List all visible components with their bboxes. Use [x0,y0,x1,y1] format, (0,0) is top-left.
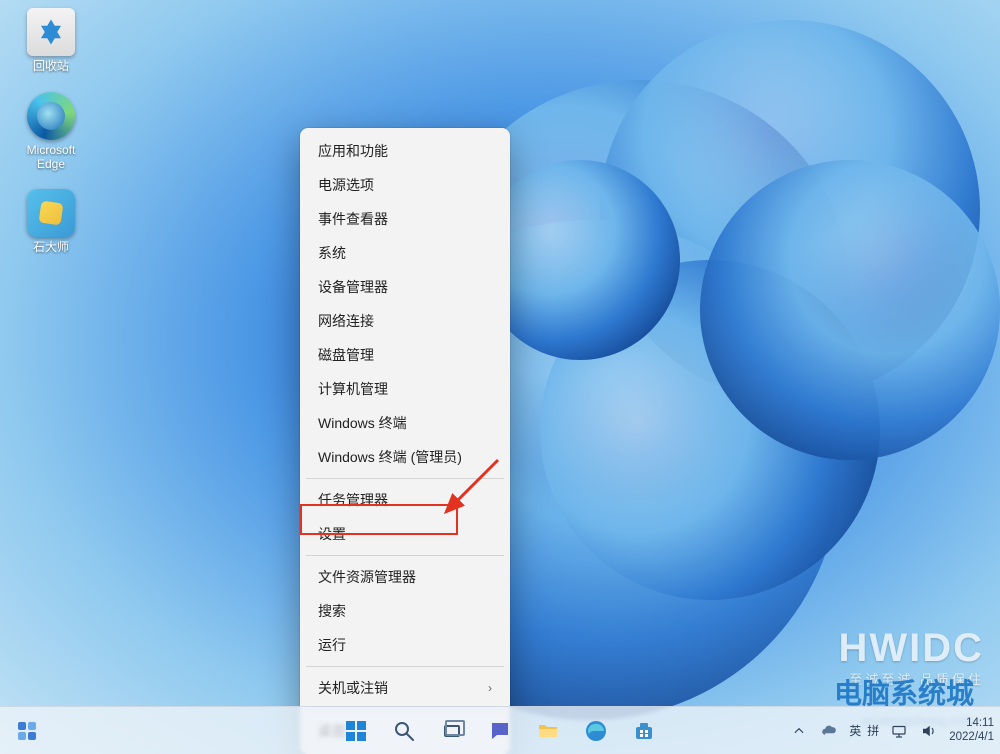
menu-item-file-explorer[interactable]: 文件资源管理器 [300,560,510,594]
tray-volume[interactable] [919,721,939,741]
desktop-icon-label: 回收站 [33,60,69,74]
widgets-button[interactable] [6,711,48,751]
taskbar-center [335,711,665,751]
menu-item-run[interactable]: 运行 [300,628,510,662]
menu-separator [306,666,504,667]
edge-icon [584,719,608,743]
microsoft-store-button[interactable] [623,711,665,751]
menu-item-windows-terminal[interactable]: Windows 终端 [300,406,510,440]
clock-date: 2022/4/1 [949,731,994,744]
desktop-icon-shidashi[interactable]: 石大师 [12,189,90,255]
recycle-bin-icon [27,8,75,56]
clock-time: 14:11 [949,717,994,730]
menu-item-network-connections[interactable]: 网络连接 [300,304,510,338]
chat-icon [488,719,512,743]
desktop-background[interactable]: 回收站 Microsoft Edge 石大师 应用和功能 电源选项 事件查看器 … [0,0,1000,754]
chevron-right-icon: › [488,681,492,695]
taskbar: 英 拼 14:11 2022/4/1 [0,706,1000,754]
taskbar-search-button[interactable] [383,711,425,751]
store-icon [632,719,656,743]
menu-item-computer-management[interactable]: 计算机管理 [300,372,510,406]
taskbar-tray: 英 拼 14:11 2022/4/1 [789,707,994,754]
menu-item-event-viewer[interactable]: 事件查看器 [300,202,510,236]
tray-onedrive[interactable] [819,721,839,741]
menu-item-task-manager[interactable]: 任务管理器 [300,483,510,517]
menu-separator [306,555,504,556]
folder-icon [536,719,560,743]
menu-item-apps-features[interactable]: 应用和功能 [300,134,510,168]
task-view-icon [444,725,460,737]
windows-logo-icon [344,719,368,743]
widgets-icon [15,719,39,743]
file-explorer-button[interactable] [527,711,569,751]
menu-item-search[interactable]: 搜索 [300,594,510,628]
taskbar-clock[interactable]: 14:11 2022/4/1 [949,717,994,743]
tray-network[interactable] [889,721,909,741]
menu-item-device-manager[interactable]: 设备管理器 [300,270,510,304]
desktop-icon-edge[interactable]: Microsoft Edge [12,92,90,172]
desktop-icon-label: Microsoft Edge [12,144,90,172]
tray-overflow-button[interactable] [789,721,809,741]
menu-item-system[interactable]: 系统 [300,236,510,270]
task-view-button[interactable] [431,711,473,751]
winx-context-menu: 应用和功能 电源选项 事件查看器 系统 设备管理器 网络连接 磁盘管理 计算机管… [300,128,510,754]
volume-icon [920,722,938,740]
edge-icon [27,92,75,140]
menu-item-shutdown-signout[interactable]: 关机或注销 › [300,671,510,705]
shidashi-icon [27,189,75,237]
menu-item-windows-terminal-admin[interactable]: Windows 终端 (管理员) [300,440,510,474]
search-icon [392,719,416,743]
cloud-icon [820,722,838,740]
start-button[interactable] [335,711,377,751]
chat-button[interactable] [479,711,521,751]
menu-separator [306,478,504,479]
ime-lang: 英 [849,722,861,739]
menu-item-power-options[interactable]: 电源选项 [300,168,510,202]
menu-item-disk-management[interactable]: 磁盘管理 [300,338,510,372]
desktop-icons-column: 回收站 Microsoft Edge 石大师 [12,8,92,255]
network-icon [890,722,908,740]
chevron-up-icon [792,724,806,738]
desktop-icon-label: 石大师 [33,241,69,255]
desktop-icon-recycle-bin[interactable]: 回收站 [12,8,90,74]
ime-layout: 拼 [867,722,879,739]
ime-indicator[interactable]: 英 拼 [849,722,879,739]
taskbar-edge-button[interactable] [575,711,617,751]
menu-item-settings[interactable]: 设置 [300,517,510,551]
